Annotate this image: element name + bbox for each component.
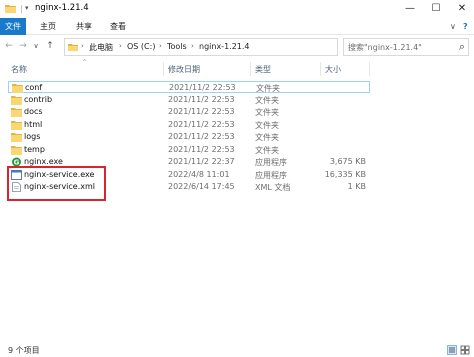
file-size: 16,335 KB [324, 169, 366, 179]
up-button[interactable]: ↑ [45, 40, 55, 52]
breadcrumb-separator-icon: › [119, 42, 122, 50]
column-header-row: ^ 名称 修改日期 类型 大小 [0, 59, 474, 77]
window-title: nginx-1.21.4 [35, 3, 89, 13]
file-type: 应用程序 [255, 158, 287, 167]
file-name: temp [24, 144, 45, 154]
breadcrumb-this-pc[interactable]: 此电脑 [89, 42, 113, 53]
folder-icon [11, 95, 22, 105]
file-name: docs [24, 107, 43, 116]
column-divider[interactable] [369, 62, 370, 76]
file-date: 2021/11/2 22:37 [168, 157, 235, 166]
highlight-box [7, 166, 106, 201]
list-item[interactable]: temp 2021/11/2 22:53 文件夹 [8, 144, 370, 156]
file-type: 文件夹 [256, 84, 280, 93]
column-divider[interactable] [163, 62, 164, 76]
status-bar: 9 个项目 [0, 343, 474, 357]
help-icon[interactable]: ? [463, 18, 468, 35]
file-date: 2021/11/2 22:53 [168, 94, 235, 104]
search-input[interactable]: 搜索"nginx-1.21.4" [348, 42, 422, 53]
file-name: logs [24, 132, 41, 141]
file-type: 应用程序 [255, 170, 287, 180]
breadcrumb-tools[interactable]: Tools [167, 42, 187, 51]
folder-icon [68, 44, 78, 51]
address-bar[interactable]: › 此电脑 › OS (C:) › Tools › nginx-1.21.4 ∨… [64, 38, 400, 56]
file-type: 文件夹 [255, 95, 279, 105]
item-count: 9 个项目 [8, 346, 40, 355]
file-date: 2021/11/2 22:53 [168, 119, 235, 129]
sort-caret-icon: ^ [82, 59, 88, 66]
ribbon-collapse-icon[interactable]: ∨ [450, 18, 456, 35]
list-item[interactable]: conf 2021/11/2 22:53 文件夹 [8, 81, 370, 93]
folder-icon [11, 108, 22, 117]
minimize-button[interactable]: — [398, 0, 422, 18]
folder-icon [11, 133, 22, 142]
tab-home[interactable]: 主页 [40, 18, 56, 35]
recent-locations-icon[interactable]: ∨ [31, 40, 41, 52]
folder-icon [12, 84, 23, 93]
folder-icon [11, 120, 22, 130]
file-date: 2021/11/2 22:53 [169, 83, 236, 92]
column-size[interactable]: 大小 [325, 64, 341, 75]
tab-share[interactable]: 共享 [76, 18, 92, 35]
navigation-bar: ← → ∨ ↑ › 此电脑 › OS (C:) › Tools › nginx-… [0, 35, 474, 59]
list-item[interactable]: logs 2021/11/2 22:53 文件夹 [8, 131, 370, 143]
breadcrumb-drive-c[interactable]: OS (C:) [127, 42, 155, 51]
file-name: nginx.exe [24, 157, 63, 166]
file-type: 文件夹 [255, 133, 279, 142]
column-date[interactable]: 修改日期 [168, 64, 200, 75]
quick-access-dropdown-icon[interactable]: ▾ [25, 4, 29, 12]
file-name: contrib [24, 94, 53, 104]
column-divider[interactable] [320, 62, 321, 76]
maximize-button[interactable]: ☐ [424, 0, 448, 18]
list-item[interactable]: contrib 2021/11/2 22:53 文件夹 [8, 94, 370, 106]
forward-button[interactable]: → [18, 40, 28, 52]
column-type[interactable]: 类型 [255, 64, 271, 75]
breadcrumb-separator-icon: › [81, 42, 84, 50]
details-view-icon[interactable] [447, 345, 457, 355]
title-bar: ▾ nginx-1.21.4 — ☐ ✕ [0, 0, 474, 18]
file-type: XML 文档 [255, 183, 291, 192]
search-box[interactable]: 搜索"nginx-1.21.4" ⌕ [343, 38, 469, 56]
file-size: 1 KB [347, 182, 366, 191]
search-icon[interactable]: ⌕ [459, 40, 465, 54]
file-date: 2021/11/2 22:53 [168, 132, 235, 141]
file-date: 2021/11/2 22:53 [168, 107, 235, 116]
column-name[interactable]: 名称 [11, 64, 27, 75]
file-name: html [24, 119, 43, 129]
file-date: 2022/4/8 11:01 [168, 169, 230, 179]
close-button[interactable]: ✕ [450, 0, 474, 18]
list-item[interactable]: docs 2021/11/2 22:53 文件夹 [8, 106, 370, 118]
file-type: 文件夹 [255, 120, 279, 130]
file-type: 文件夹 [255, 108, 279, 117]
tab-view[interactable]: 查看 [110, 18, 126, 35]
list-item[interactable]: html 2021/11/2 22:53 文件夹 [8, 119, 370, 131]
quick-access-separator [21, 5, 22, 13]
file-name: conf [25, 83, 43, 92]
file-date: 2021/11/2 22:53 [168, 144, 235, 154]
breadcrumb-separator-icon: › [191, 42, 194, 50]
file-date: 2022/6/14 17:45 [168, 182, 235, 191]
folder-icon [5, 5, 16, 13]
folder-icon [11, 145, 22, 155]
tab-file[interactable]: 文件 [0, 18, 26, 35]
breadcrumb-separator-icon: › [159, 42, 162, 50]
breadcrumb-current-folder[interactable]: nginx-1.21.4 [199, 42, 250, 51]
file-size: 3,675 KB [329, 157, 366, 166]
ribbon-tabs: 文件 主页 共享 查看 ∨ ? [0, 18, 474, 35]
file-type: 文件夹 [255, 145, 279, 155]
large-icons-view-icon[interactable] [460, 345, 470, 355]
back-button[interactable]: ← [4, 40, 14, 52]
column-divider[interactable] [250, 62, 251, 76]
